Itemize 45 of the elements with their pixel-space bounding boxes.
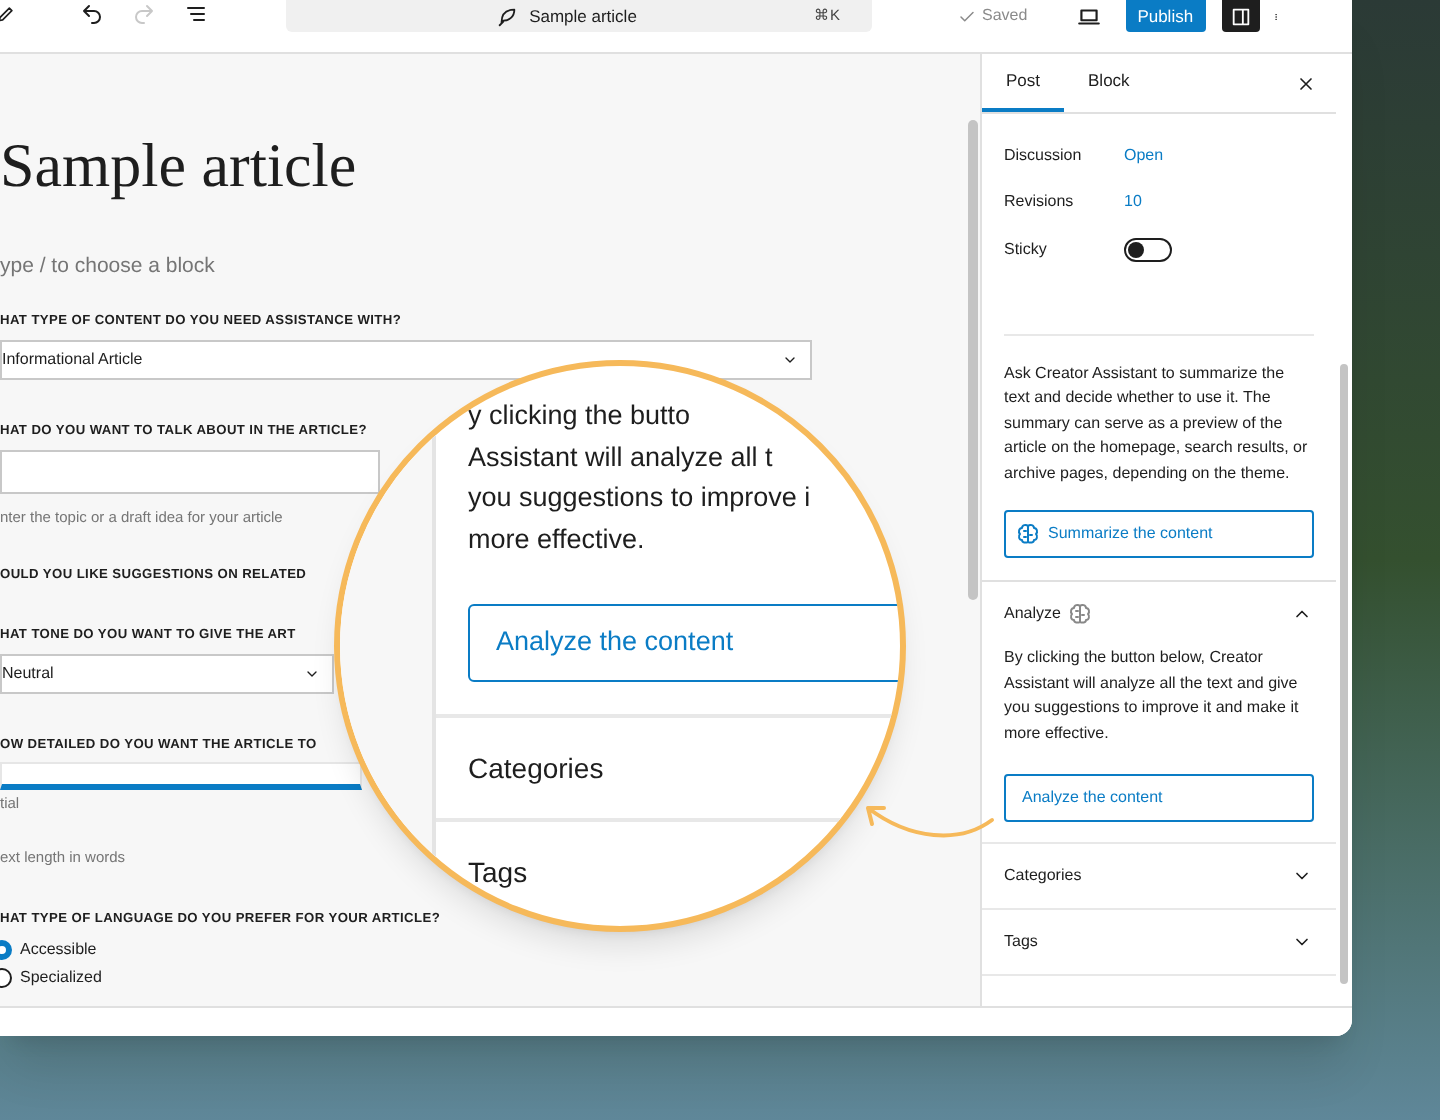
- summarize-button[interactable]: Summarize the content: [1004, 510, 1314, 558]
- input-field[interactable]: [0, 761, 362, 790]
- preview-button[interactable]: [1075, 3, 1102, 29]
- scrollbar-thumb[interactable]: [1340, 364, 1348, 984]
- scrollbar-thumb[interactable]: [967, 120, 977, 600]
- save-status: Saved: [982, 4, 1028, 28]
- sidebar-toggle-button[interactable]: [1221, 0, 1260, 32]
- panel-header[interactable]: Categories: [1004, 844, 1314, 908]
- brain-icon: [1016, 522, 1040, 546]
- setting-link[interactable]: Open: [1124, 143, 1164, 168]
- sidebar-tab[interactable]: Post: [982, 52, 1065, 112]
- setting-label: Discussion: [1004, 143, 1084, 168]
- magnified-text-line: Assistant will analyze all t: [468, 439, 775, 476]
- radio-label: Accessible: [20, 937, 97, 962]
- brain-icon: [1068, 602, 1093, 626]
- command-bar-title: Sample article: [529, 3, 637, 29]
- post-title[interactable]: Sample article: [0, 130, 812, 202]
- feather-icon: [495, 5, 518, 27]
- setting-label: Sticky: [1004, 237, 1049, 262]
- toggle-switch[interactable]: [1124, 237, 1172, 262]
- magnified-text-line: more effective.: [468, 521, 647, 557]
- pencil-icon: [0, 4, 16, 24]
- select-field[interactable]: Informational Article: [0, 339, 812, 380]
- panel-icon: [1229, 5, 1252, 27]
- description-text: By clicking the button below, Creator Assistant will analyze all the text and give you suggestions to improve it and make it more effective.: [1004, 646, 1301, 745]
- close-button[interactable]: [1296, 74, 1316, 94]
- panel-header[interactable]: Analyze: [1004, 582, 1314, 646]
- analyze-button[interactable]: Analyze the content: [1004, 774, 1314, 822]
- block-hint[interactable]: ype / to choose a block: [0, 252, 215, 284]
- input-field[interactable]: [0, 449, 380, 494]
- publish-button[interactable]: Publish: [1125, 0, 1206, 32]
- setting-label: Revisions: [1004, 190, 1076, 215]
- magnified-heading: Tags: [468, 853, 528, 892]
- sidebar-tab[interactable]: Block: [1064, 52, 1154, 112]
- magnified-text-line: y clicking the butto: [468, 398, 693, 434]
- description-text: Ask Creator Assistant to summarize the text and decide whether to use it. The summary can serve as a preview of the article on the homepage, search results, or archive pages, depending on the theme.: [1004, 361, 1310, 486]
- undo-button[interactable]: [80, 2, 104, 26]
- radio-label: Specialized: [20, 965, 102, 990]
- check-icon: [958, 7, 976, 25]
- setting-link[interactable]: 10: [1124, 190, 1142, 215]
- panel-header[interactable]: Tags: [1004, 910, 1314, 974]
- magnified-heading: Categories: [468, 749, 604, 788]
- select-field[interactable]: Neutral: [0, 653, 334, 694]
- list-view-button[interactable]: [184, 2, 208, 26]
- magnified-text-line: you suggestions to improve i: [468, 480, 813, 516]
